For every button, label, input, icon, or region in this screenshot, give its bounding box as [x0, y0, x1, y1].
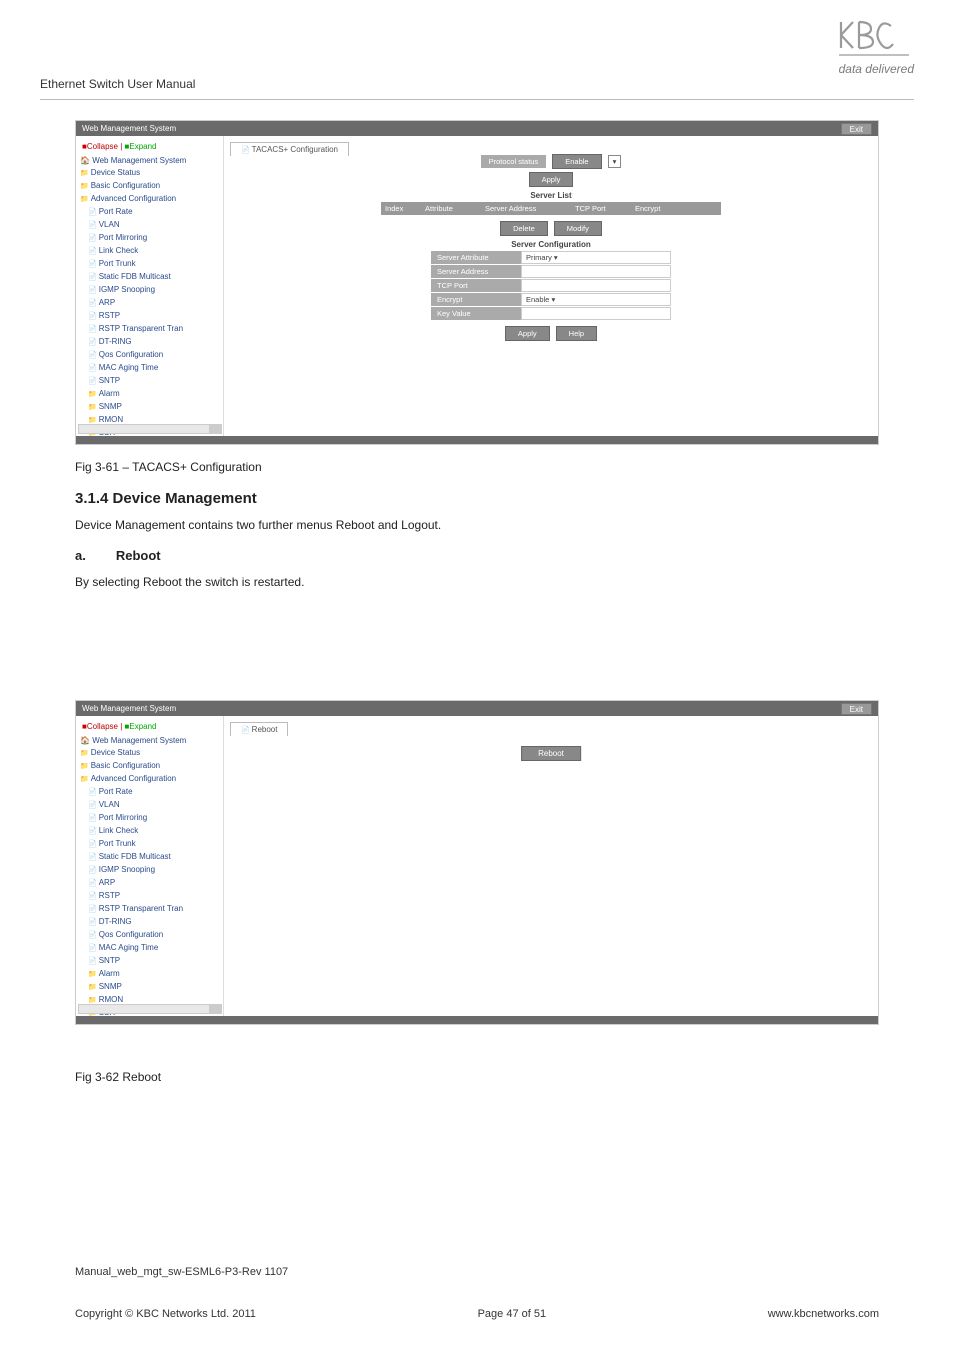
window-title: Web Management System [82, 121, 176, 136]
apply-button[interactable]: Apply [529, 172, 574, 187]
heading-3-1-4: 3.1.4 Device Management [75, 490, 879, 507]
screenshot-reboot: Web Management System Exit ■Collapse | ■… [75, 700, 879, 1025]
doc-title: Ethernet Switch User Manual [40, 77, 195, 91]
content-pane: Reboot Reboot [224, 716, 878, 1024]
tree-item[interactable]: Alarm [88, 388, 221, 401]
key-value-input[interactable] [521, 307, 671, 320]
reboot-button[interactable]: Reboot [521, 746, 581, 761]
content-tab[interactable]: TACACS+ Configuration [230, 142, 349, 156]
tree-item[interactable]: Device Status [80, 167, 221, 180]
tree-scrollbar[interactable] [78, 424, 222, 434]
tree-item[interactable]: RSTP Transparent Tran [88, 323, 221, 336]
tree-item[interactable]: Port Rate [88, 786, 221, 799]
apply-button-2[interactable]: Apply [505, 326, 550, 341]
footer-url: www.kbcnetworks.com [768, 1308, 879, 1320]
figure-caption-2: Fig 3-62 Reboot [75, 1070, 879, 1084]
paragraph: Device Management contains two further m… [75, 518, 879, 532]
protocol-status-select[interactable]: ▾ [608, 155, 622, 168]
kbc-logo-icon [839, 20, 909, 62]
tree-item[interactable]: Advanced Configuration [80, 773, 221, 786]
window-titlebar: Web Management System Exit [76, 121, 878, 136]
exit-button[interactable]: Exit [841, 703, 872, 715]
collapse-expand[interactable]: ■Collapse | ■Expand [78, 719, 221, 735]
subheading-a: a.Reboot [75, 548, 879, 563]
content-tab[interactable]: Reboot [230, 722, 288, 736]
nav-tree[interactable]: ■Collapse | ■Expand 🏠 Web Management Sys… [76, 716, 224, 1024]
tree-item[interactable]: Static FDB Multicast [88, 271, 221, 284]
server-address-label: Server Address [431, 265, 521, 278]
tree-item[interactable]: SNMP [88, 981, 221, 994]
encrypt-label: Encrypt [431, 293, 521, 306]
window-titlebar: Web Management System Exit [76, 701, 878, 716]
tree-item[interactable]: Advanced Configuration [80, 193, 221, 206]
footer-copyright: Copyright © KBC Networks Ltd. 2011 [75, 1308, 256, 1320]
encrypt-select[interactable]: Enable ▾ [521, 293, 671, 306]
window-title: Web Management System [82, 701, 176, 716]
tree-root[interactable]: 🏠 Web Management System [80, 735, 221, 747]
tree-item[interactable]: Static FDB Multicast [88, 851, 221, 864]
tree-item[interactable]: Link Check [88, 825, 221, 838]
tree-item[interactable]: DT-RING [88, 916, 221, 929]
tree-item[interactable]: Basic Configuration [80, 180, 221, 193]
window-footer-bar [76, 436, 878, 444]
server-attribute-label: Server Attribute [431, 251, 521, 264]
logo-tagline: data delivered [839, 62, 914, 76]
help-button[interactable]: Help [556, 326, 597, 341]
tree-item[interactable]: MAC Aging Time [88, 362, 221, 375]
collapse-expand[interactable]: ■Collapse | ■Expand [78, 139, 221, 155]
tree-item[interactable]: IGMP Snooping [88, 284, 221, 297]
tree-item[interactable]: SNTP [88, 955, 221, 968]
server-list-title: Server List [381, 191, 721, 200]
protocol-status-value: Enable [552, 154, 601, 169]
window-footer-bar [76, 1016, 878, 1024]
tree-item[interactable]: Qos Configuration [88, 929, 221, 942]
tree-item[interactable]: VLAN [88, 799, 221, 812]
footer-pager: Page 47 of 51 [478, 1308, 547, 1320]
tree-item[interactable]: RSTP Transparent Tran [88, 903, 221, 916]
tree-root[interactable]: 🏠 Web Management System [80, 155, 221, 167]
tcp-port-input[interactable] [521, 279, 671, 292]
modify-button[interactable]: Modify [554, 221, 602, 236]
screenshot-tacacs: Web Management System Exit ■Collapse | ■… [75, 120, 879, 445]
tree-item[interactable]: ARP [88, 297, 221, 310]
server-config-title: Server Configuration [381, 240, 721, 249]
tree-item[interactable]: RSTP [88, 310, 221, 323]
protocol-status-label: Protocol status [481, 155, 547, 168]
tree-item[interactable]: IGMP Snooping [88, 864, 221, 877]
logo: data delivered [839, 20, 914, 76]
tree-item[interactable]: Device Status [80, 747, 221, 760]
tree-item[interactable]: Qos Configuration [88, 349, 221, 362]
tree-item[interactable]: RSTP [88, 890, 221, 903]
tree-item[interactable]: MAC Aging Time [88, 942, 221, 955]
tree-item[interactable]: Port Rate [88, 206, 221, 219]
tree-item[interactable]: Alarm [88, 968, 221, 981]
footer-file-id: Manual_web_mgt_sw-ESML6-P3-Rev 1107 [75, 1266, 879, 1278]
figure-caption-1: Fig 3-61 – TACACS+ Configuration [75, 460, 879, 474]
tree-item[interactable]: Port Trunk [88, 838, 221, 851]
server-address-input[interactable] [521, 265, 671, 278]
tree-item[interactable]: Link Check [88, 245, 221, 258]
tree-item[interactable]: Basic Configuration [80, 760, 221, 773]
server-list-header: Index Attribute Server Address TCP Port … [381, 202, 721, 215]
paragraph: By selecting Reboot the switch is restar… [75, 575, 879, 589]
tree-item[interactable]: Port Trunk [88, 258, 221, 271]
key-value-label: Key Value [431, 307, 521, 320]
tree-item[interactable]: SNMP [88, 401, 221, 414]
tcp-port-label: TCP Port [431, 279, 521, 292]
tree-item[interactable]: DT-RING [88, 336, 221, 349]
tree-item[interactable]: ARP [88, 877, 221, 890]
page-header: Ethernet Switch User Manual data deliver… [40, 20, 914, 100]
tree-scrollbar[interactable] [78, 1004, 222, 1014]
server-attribute-select[interactable]: Primary ▾ [521, 251, 671, 264]
exit-button[interactable]: Exit [841, 123, 872, 135]
content-pane: TACACS+ Configuration Protocol status En… [224, 136, 878, 444]
nav-tree[interactable]: ■Collapse | ■Expand 🏠 Web Management Sys… [76, 136, 224, 444]
tree-item[interactable]: VLAN [88, 219, 221, 232]
tree-item[interactable]: Port Mirroring [88, 812, 221, 825]
tree-item[interactable]: Port Mirroring [88, 232, 221, 245]
tree-item[interactable]: SNTP [88, 375, 221, 388]
delete-button[interactable]: Delete [500, 221, 548, 236]
page-footer: Manual_web_mgt_sw-ESML6-P3-Rev 1107 Copy… [75, 1266, 879, 1320]
